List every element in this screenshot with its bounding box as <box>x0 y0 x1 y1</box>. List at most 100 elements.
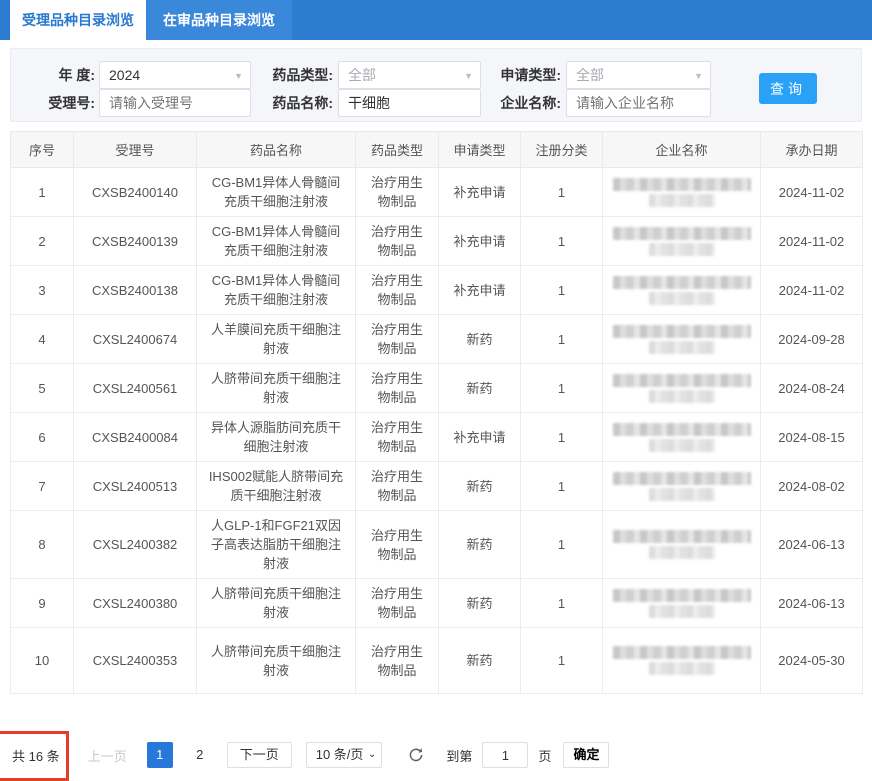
year-label: 年 度: <box>58 67 95 83</box>
cell-acceptance-no: CXSB2400140 <box>73 167 197 217</box>
refresh-icon[interactable] <box>408 747 424 763</box>
cell-index: 10 <box>10 627 74 694</box>
cell-apply-type: 补充申请 <box>438 265 521 315</box>
page-button-2[interactable]: 2 <box>187 742 213 768</box>
goto-page-label: 到第 <box>446 748 473 764</box>
company-name-label: 企业名称: <box>500 95 561 111</box>
page-size-value: 10 条/页 <box>315 747 364 762</box>
cell-acceptance-no: CXSL2400380 <box>73 578 197 628</box>
cell-index: 9 <box>10 578 74 628</box>
cell-reg-class: 1 <box>520 627 603 694</box>
column-header: 药品类型 <box>355 131 439 168</box>
cell-acceptance-no: CXSL2400674 <box>73 314 197 364</box>
cell-company-censored <box>602 627 761 694</box>
cell-date: 2024-11-02 <box>760 167 863 217</box>
page-button-1[interactable]: 1 <box>146 742 173 768</box>
column-header: 企业名称 <box>602 131 761 168</box>
cell-company-censored <box>602 167 761 217</box>
cell-date: 2024-08-02 <box>760 461 863 511</box>
cell-reg-class: 1 <box>520 578 603 628</box>
cell-drug-type: 治疗用生物制品 <box>355 627 439 694</box>
table-row: 2 CXSB2400139 CG-BM1异体人骨髓间充质干细胞注射液 治疗用生物制品补… <box>10 216 863 266</box>
column-header: 受理号 <box>73 131 197 168</box>
table-row: 5 CXSL2400561 人脐带间充质干细胞注射液 治疗用生物制品 新药 1 2024-0… <box>10 363 863 413</box>
tab-bar: 受理品种目录浏览 在审品种目录浏览 <box>0 0 872 40</box>
censored-company-block <box>607 530 756 559</box>
cell-apply-type: 补充申请 <box>438 167 521 217</box>
next-page-button[interactable]: 下一页 <box>226 742 292 768</box>
column-header: 承办日期 <box>760 131 863 168</box>
cell-drug-name: 异体人源脂肪间充质干细胞注射液 <box>196 412 356 462</box>
cell-date: 2024-08-15 <box>760 412 863 462</box>
cell-drug-name: 人羊膜间充质干细胞注射液 <box>196 314 356 364</box>
goto-confirm-button[interactable]: 确定 <box>563 742 610 768</box>
cell-date: 2024-05-30 <box>760 627 863 694</box>
results-table: 序号 受理号 药品名称 药品类型 申请类型 注册分类 企业名称 承办日期 1 CXSB24001… <box>10 131 863 694</box>
cell-drug-type: 治疗用生物制品 <box>355 363 439 413</box>
table-row: 9 CXSL2400380 人脐带间充质干细胞注射液 治疗用生物制品 新药 1 2024-0… <box>10 578 863 628</box>
total-count-label: 共 16 条 <box>12 748 60 764</box>
year-select[interactable]: 2024 ▼ <box>99 61 251 89</box>
apply-type-value: 全部 <box>576 67 604 83</box>
cell-drug-type: 治疗用生物制品 <box>355 412 439 462</box>
table-row: 7 CXSL2400513 IHS002赋能人脐带间充质干细胞注射液 治疗用生物制品新… <box>10 461 863 511</box>
company-name-input[interactable] <box>566 89 711 117</box>
cell-drug-name: 人GLP-1和FGF21双因子高表达脂肪干细胞注射液 <box>196 510 356 579</box>
cell-reg-class: 1 <box>520 216 603 266</box>
cell-apply-type: 新药 <box>438 510 521 579</box>
tab-under-review-catalog[interactable]: 在审品种目录浏览 <box>146 0 292 40</box>
cell-company-censored <box>602 265 761 315</box>
goto-page-input[interactable] <box>482 742 529 768</box>
cell-acceptance-no: CXSB2400138 <box>73 265 197 315</box>
cell-reg-class: 1 <box>520 265 603 315</box>
tab-accepted-catalog[interactable]: 受理品种目录浏览 <box>10 0 146 40</box>
cell-reg-class: 1 <box>520 510 603 579</box>
censored-company-block <box>607 646 756 675</box>
cell-date: 2024-11-02 <box>760 265 863 315</box>
column-header: 注册分类 <box>520 131 603 168</box>
apply-type-select[interactable]: 全部 ▼ <box>566 61 711 89</box>
year-value: 2024 <box>109 67 141 83</box>
cell-drug-name: 人脐带间充质干细胞注射液 <box>196 627 356 694</box>
cell-apply-type: 补充申请 <box>438 216 521 266</box>
cell-apply-type: 新药 <box>438 627 521 694</box>
cell-index: 7 <box>10 461 74 511</box>
cell-index: 6 <box>10 412 74 462</box>
cell-index: 8 <box>10 510 74 579</box>
cell-drug-type: 治疗用生物制品 <box>355 461 439 511</box>
cell-acceptance-no: CXSL2400382 <box>73 510 197 579</box>
prev-page-button[interactable]: 上一页 <box>82 746 133 765</box>
cell-acceptance-no: CXSL2400353 <box>73 627 197 694</box>
drug-type-value: 全部 <box>348 67 376 83</box>
page-size-select[interactable]: 10 条/页 ⌄ <box>305 742 383 768</box>
drug-type-select[interactable]: 全部 ▼ <box>338 61 481 89</box>
query-button[interactable]: 查询 <box>759 73 817 104</box>
column-header: 申请类型 <box>438 131 521 168</box>
cell-apply-type: 新药 <box>438 461 521 511</box>
censored-company-block <box>607 177 756 207</box>
acceptance-no-input[interactable] <box>99 89 251 117</box>
cell-company-censored <box>602 363 761 413</box>
cell-date: 2024-06-13 <box>760 578 863 628</box>
censored-company-block <box>607 588 756 618</box>
cell-apply-type: 新药 <box>438 363 521 413</box>
table-header-row: 序号 受理号 药品名称 药品类型 申请类型 注册分类 企业名称 承办日期 <box>10 131 863 168</box>
drug-name-input[interactable] <box>338 89 481 117</box>
cell-drug-type: 治疗用生物制品 <box>355 265 439 315</box>
cell-acceptance-no: CXSL2400561 <box>73 363 197 413</box>
cell-drug-name: CG-BM1异体人骨髓间充质干细胞注射液 <box>196 265 356 315</box>
acceptance-no-label: 受理号: <box>48 95 95 111</box>
cell-reg-class: 1 <box>520 167 603 217</box>
table-row: 10 CXSL2400353 人脐带间充质干细胞注射液 治疗用生物制品 新药 1 2024-… <box>10 627 863 694</box>
cell-drug-type: 治疗用生物制品 <box>355 167 439 217</box>
cell-reg-class: 1 <box>520 363 603 413</box>
cell-drug-name: 人脐带间充质干细胞注射液 <box>196 363 356 413</box>
censored-company-block <box>607 324 756 354</box>
cell-date: 2024-09-28 <box>760 314 863 364</box>
cell-apply-type: 新药 <box>438 578 521 628</box>
chevron-down-icon: ▼ <box>464 71 473 81</box>
cell-date: 2024-11-02 <box>760 216 863 266</box>
cell-date: 2024-06-13 <box>760 510 863 579</box>
drug-type-label: 药品类型: <box>272 67 333 83</box>
cell-reg-class: 1 <box>520 314 603 364</box>
